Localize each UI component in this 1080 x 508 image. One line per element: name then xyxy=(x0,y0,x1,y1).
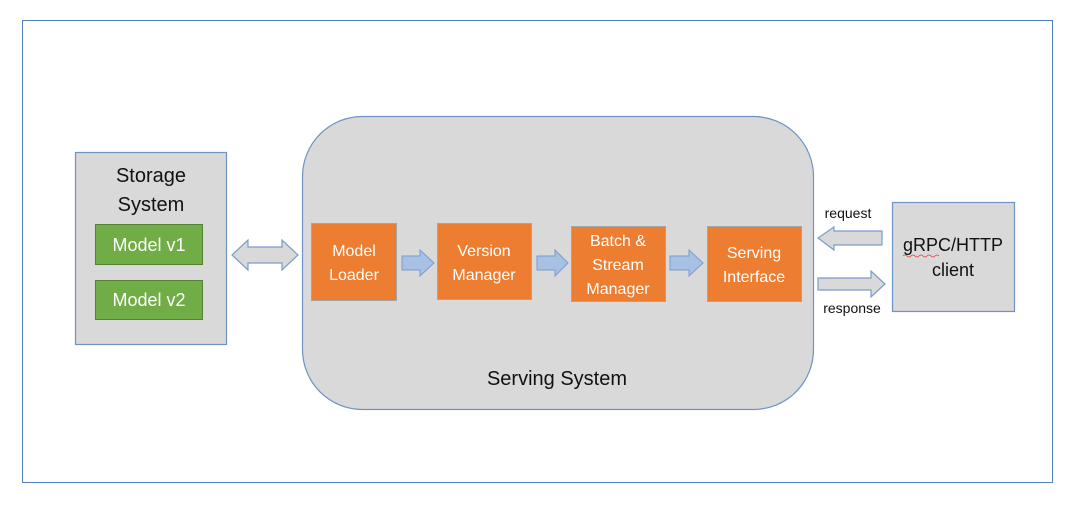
svg-text:Loader: Loader xyxy=(329,267,379,284)
model-v2: Model v2 xyxy=(95,280,203,320)
model-v1: Model v1 xyxy=(95,224,203,265)
svg-text:Stream: Stream xyxy=(592,257,644,274)
serving-interface: Serving Interface xyxy=(707,226,802,302)
batch-stream-manager: Batch & Stream Manager xyxy=(571,226,666,302)
svg-text:Interface: Interface xyxy=(723,269,785,286)
serving-system-label: Serving System xyxy=(487,368,627,390)
svg-text:Serving: Serving xyxy=(727,245,781,262)
svg-text:Model v2: Model v2 xyxy=(112,290,185,310)
svg-text:gRPC/HTTP: gRPC/HTTP xyxy=(903,235,1003,255)
request-label: request xyxy=(825,205,872,221)
svg-text:Batch &: Batch & xyxy=(590,233,646,250)
architecture-diagram: Storage System Model v1 Model v2 Serving… xyxy=(22,20,1053,483)
version-manager: Version Manager xyxy=(437,223,532,300)
model-loader: Model Loader xyxy=(311,223,397,301)
svg-text:Manager: Manager xyxy=(586,281,650,298)
storage-system: Storage System Model v1 Model v2 xyxy=(74,151,228,346)
storage-title-line1: Storage xyxy=(116,165,186,187)
serving-system: Serving System Model Loader Version Mana… xyxy=(301,115,815,411)
svg-text:Version: Version xyxy=(457,243,510,260)
svg-text:Model v1: Model v1 xyxy=(112,235,185,255)
svg-text:Manager: Manager xyxy=(452,267,516,284)
svg-text:Model: Model xyxy=(332,243,376,260)
grpc-http-client: gRPC/HTTP client xyxy=(891,201,1016,313)
storage-title-line2: System xyxy=(118,194,185,216)
svg-text:client: client xyxy=(932,260,974,280)
response-label: response xyxy=(823,300,881,316)
